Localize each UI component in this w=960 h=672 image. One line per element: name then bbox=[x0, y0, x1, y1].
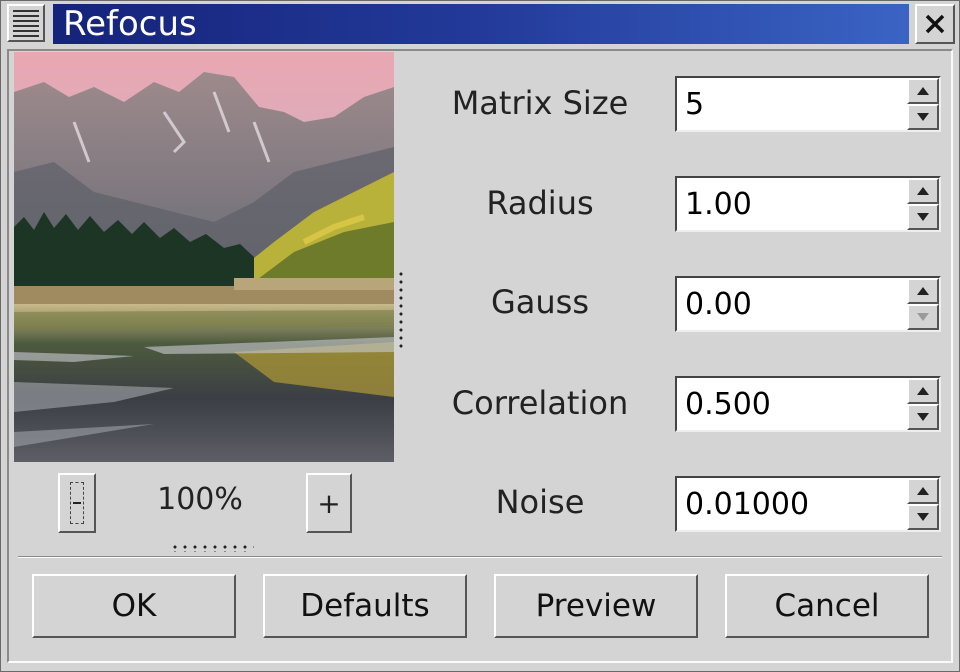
noise-increment-button[interactable] bbox=[907, 478, 939, 504]
radius-label: Radius bbox=[486, 184, 594, 222]
gauss-decrement-button[interactable] bbox=[907, 304, 939, 330]
vertical-resize-handle[interactable] bbox=[398, 270, 404, 350]
arrow-up-icon bbox=[917, 487, 929, 495]
arrow-down-icon bbox=[917, 213, 929, 221]
cancel-button[interactable]: Cancel bbox=[725, 574, 929, 638]
radius-increment-button[interactable] bbox=[907, 178, 939, 204]
gauss-stepper[interactable] bbox=[907, 278, 939, 330]
close-button[interactable] bbox=[915, 4, 955, 44]
preview-image[interactable] bbox=[14, 52, 394, 462]
noise-spinbox[interactable] bbox=[675, 476, 941, 532]
arrow-up-icon bbox=[917, 387, 929, 395]
window-title: Refocus bbox=[63, 4, 197, 44]
gauss-label: Gauss bbox=[490, 283, 590, 321]
gauss-spinbox[interactable] bbox=[675, 276, 941, 332]
arrow-down-icon bbox=[917, 413, 929, 421]
correlation-label: Correlation bbox=[451, 384, 629, 422]
radius-input[interactable] bbox=[679, 178, 905, 230]
separator bbox=[18, 556, 942, 558]
matrix-size-increment-button[interactable] bbox=[907, 78, 939, 104]
zoom-level: 100% bbox=[157, 482, 243, 517]
arrow-down-icon bbox=[917, 113, 929, 121]
matrix-size-stepper[interactable] bbox=[907, 78, 939, 130]
noise-input[interactable] bbox=[679, 478, 905, 530]
gauss-input[interactable] bbox=[679, 278, 905, 330]
matrix-size-label: Matrix Size bbox=[451, 84, 629, 122]
correlation-stepper[interactable] bbox=[907, 378, 939, 430]
arrow-down-icon bbox=[917, 513, 929, 521]
zoom-out-button[interactable] bbox=[58, 473, 96, 533]
correlation-spinbox[interactable] bbox=[675, 376, 941, 432]
correlation-decrement-button[interactable] bbox=[907, 404, 939, 430]
noise-stepper[interactable] bbox=[907, 478, 939, 530]
radius-spinbox[interactable] bbox=[675, 176, 941, 232]
preview-button[interactable]: Preview bbox=[494, 574, 698, 638]
arrow-up-icon bbox=[917, 87, 929, 95]
arrow-up-icon bbox=[917, 187, 929, 195]
matrix-size-spinbox[interactable] bbox=[675, 76, 941, 132]
zoom-in-button[interactable]: + bbox=[306, 473, 352, 533]
defaults-button[interactable]: Defaults bbox=[263, 574, 467, 638]
radius-decrement-button[interactable] bbox=[907, 204, 939, 230]
matrix-size-decrement-button[interactable] bbox=[907, 104, 939, 130]
correlation-increment-button[interactable] bbox=[907, 378, 939, 404]
ok-button[interactable]: OK bbox=[32, 574, 236, 638]
radius-stepper[interactable] bbox=[907, 178, 939, 230]
arrow-up-icon bbox=[917, 287, 929, 295]
arrow-down-icon bbox=[917, 313, 929, 321]
title-bar-gradient[interactable]: Refocus bbox=[53, 4, 909, 44]
window-menu-icon[interactable] bbox=[7, 4, 45, 42]
gauss-increment-button[interactable] bbox=[907, 278, 939, 304]
noise-decrement-button[interactable] bbox=[907, 504, 939, 530]
correlation-input[interactable] bbox=[679, 378, 905, 430]
title-bar[interactable]: Refocus bbox=[1, 1, 959, 47]
close-icon bbox=[925, 14, 945, 34]
horizontal-resize-handle[interactable] bbox=[170, 544, 254, 552]
matrix-size-input[interactable] bbox=[679, 78, 905, 130]
zoom-out-icon bbox=[70, 482, 84, 524]
noise-label: Noise bbox=[495, 483, 585, 521]
